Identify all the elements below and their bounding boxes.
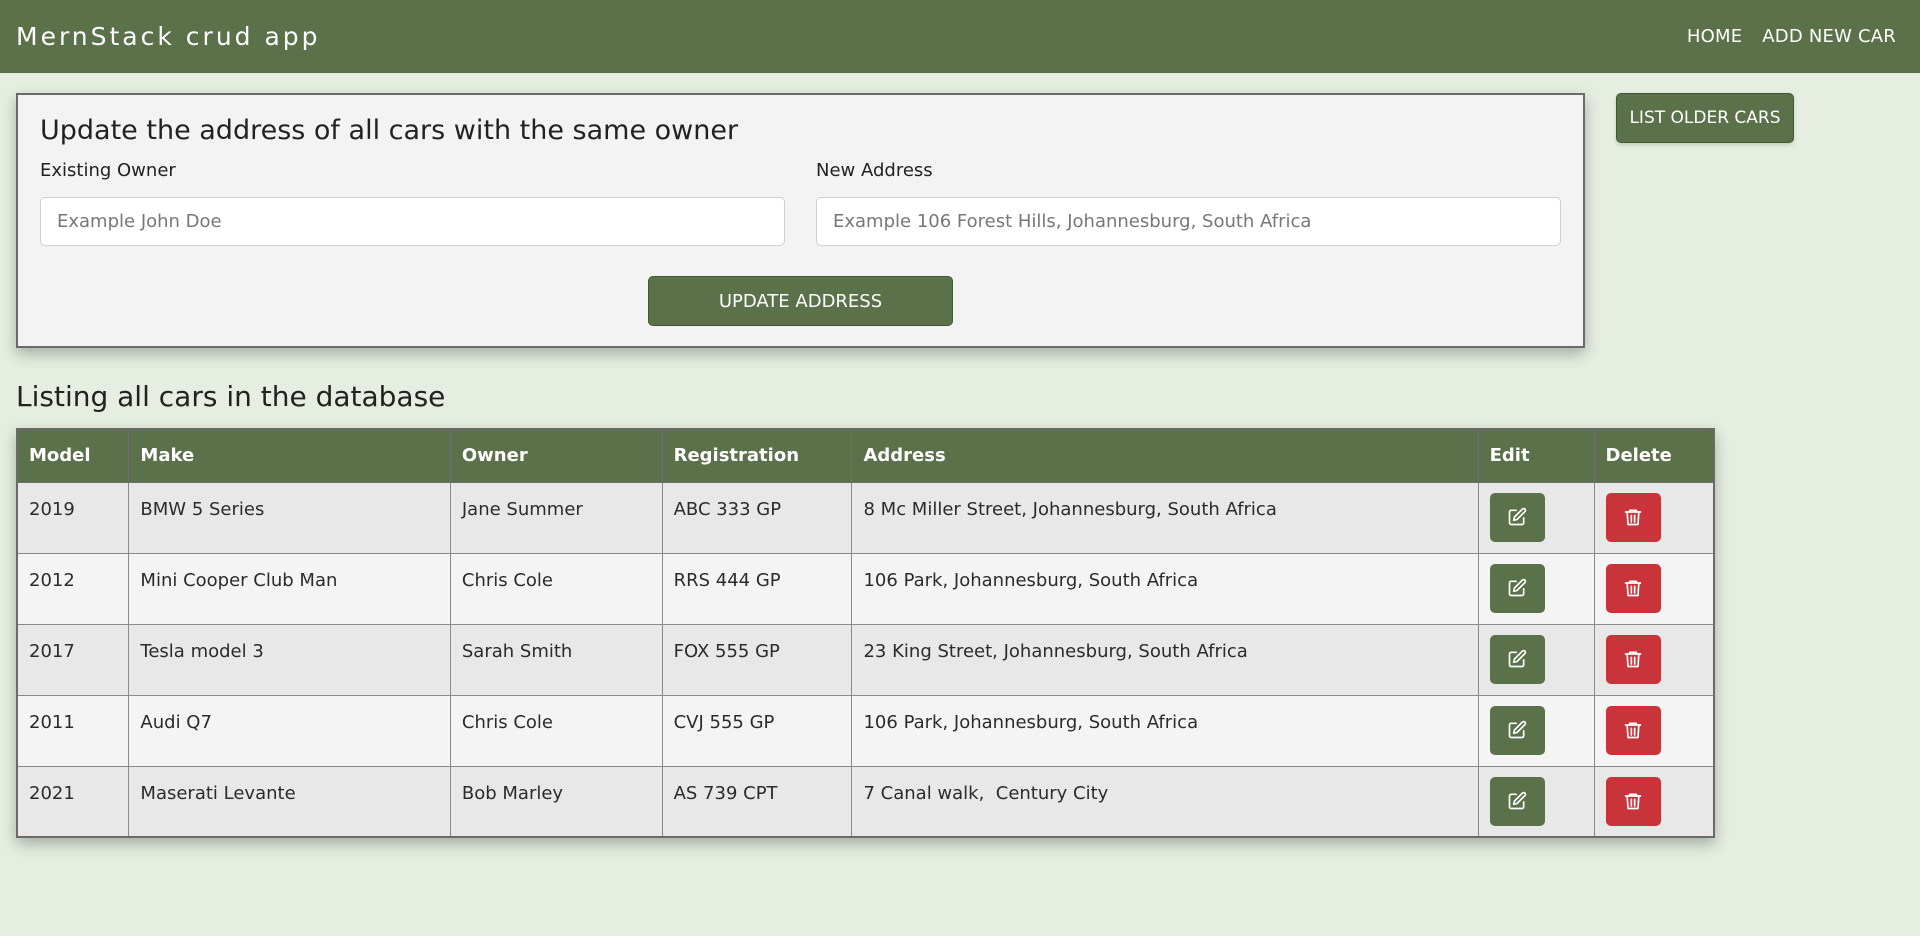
app-brand[interactable]: MernStack crud app: [16, 22, 321, 51]
trash-icon: [1624, 580, 1642, 597]
update-address-title: Update the address of all cars with the …: [40, 115, 739, 146]
table-row: 2011 Audi Q7 Chris Cole CVJ 555 GP 106 P…: [16, 694, 1715, 767]
cell-address: 106 Park, Johannesburg, South Africa: [851, 694, 1479, 767]
delete-button[interactable]: [1605, 563, 1661, 613]
trash-icon: [1624, 722, 1642, 739]
edit-icon: [1508, 578, 1527, 597]
trash-icon: [1624, 651, 1642, 668]
owner-label: Existing Owner: [40, 160, 176, 181]
table-row: 2012 Mini Cooper Club Man Chris Cole RRS…: [16, 552, 1715, 625]
cell-model: 2021: [16, 765, 130, 838]
cell-model: 2017: [16, 623, 130, 696]
cell-address: 7 Canal walk, Century City: [851, 765, 1479, 838]
cell-registration: AS 739 CPT: [661, 765, 853, 838]
cell-delete: [1593, 552, 1715, 625]
cell-model: 2011: [16, 694, 130, 767]
edit-button[interactable]: [1489, 563, 1545, 613]
cell-owner: Jane Summer: [449, 481, 663, 554]
cell-edit: [1477, 694, 1595, 767]
cell-address: 8 Mc Miller Street, Johannesburg, South …: [851, 481, 1479, 554]
nav-home-link[interactable]: HOME: [1687, 26, 1742, 47]
cell-delete: [1593, 765, 1715, 838]
cell-delete: [1593, 623, 1715, 696]
cell-model: 2012: [16, 552, 130, 625]
cell-owner: Chris Cole: [449, 694, 663, 767]
cell-make: Maserati Levante: [128, 765, 451, 838]
edit-icon: [1508, 720, 1527, 739]
edit-button[interactable]: [1489, 634, 1545, 684]
table-row: 2021 Maserati Levante Bob Marley AS 739 …: [16, 765, 1715, 838]
trash-icon: [1624, 793, 1642, 810]
cell-edit: [1477, 481, 1595, 554]
edit-button[interactable]: [1489, 492, 1545, 542]
cell-edit: [1477, 552, 1595, 625]
delete-button[interactable]: [1605, 492, 1661, 542]
top-navbar: MernStack crud app HOME ADD NEW CAR: [0, 0, 1920, 73]
owner-field-group: Existing Owner: [40, 160, 785, 246]
table-row: 2017 Tesla model 3 Sarah Smith FOX 555 G…: [16, 623, 1715, 696]
cell-owner: Sarah Smith: [449, 623, 663, 696]
existing-owner-input[interactable]: [40, 197, 785, 246]
cell-registration: RRS 444 GP: [661, 552, 853, 625]
update-address-button[interactable]: UPDATE ADDRESS: [648, 276, 953, 326]
cell-registration: ABC 333 GP: [661, 481, 853, 554]
table-header-row: Model Make Owner Registration Address Ed…: [16, 428, 1715, 483]
listing-heading: Listing all cars in the database: [16, 380, 446, 413]
edit-icon: [1508, 507, 1527, 526]
new-address-input[interactable]: [816, 197, 1561, 246]
nav-add-new-car-link[interactable]: ADD NEW CAR: [1762, 26, 1896, 47]
cell-owner: Bob Marley: [449, 765, 663, 838]
col-header-make: Make: [128, 428, 451, 483]
cars-table: Model Make Owner Registration Address Ed…: [16, 428, 1715, 838]
cell-make: Tesla model 3: [128, 623, 451, 696]
list-older-cars-button[interactable]: LIST OLDER CARS: [1616, 93, 1794, 143]
update-form-row: Existing Owner New Address: [40, 160, 1561, 246]
col-header-delete: Delete: [1593, 428, 1715, 483]
edit-button[interactable]: [1489, 776, 1545, 826]
cell-delete: [1593, 694, 1715, 767]
cell-owner: Chris Cole: [449, 552, 663, 625]
cell-edit: [1477, 765, 1595, 838]
table-row: 2019 BMW 5 Series Jane Summer ABC 333 GP…: [16, 481, 1715, 554]
col-header-address: Address: [851, 428, 1479, 483]
col-header-owner: Owner: [449, 428, 663, 483]
delete-button[interactable]: [1605, 776, 1661, 826]
address-field-group: New Address: [816, 160, 1561, 246]
cell-registration: FOX 555 GP: [661, 623, 853, 696]
edit-icon: [1508, 649, 1527, 668]
edit-icon: [1508, 791, 1527, 810]
delete-button[interactable]: [1605, 705, 1661, 755]
delete-button[interactable]: [1605, 634, 1661, 684]
cell-edit: [1477, 623, 1595, 696]
col-header-registration: Registration: [661, 428, 853, 483]
cell-delete: [1593, 481, 1715, 554]
cell-address: 106 Park, Johannesburg, South Africa: [851, 552, 1479, 625]
update-address-card: Update the address of all cars with the …: [16, 93, 1585, 348]
cell-make: Mini Cooper Club Man: [128, 552, 451, 625]
cell-registration: CVJ 555 GP: [661, 694, 853, 767]
cell-make: Audi Q7: [128, 694, 451, 767]
col-header-edit: Edit: [1477, 428, 1595, 483]
new-address-label: New Address: [816, 160, 933, 181]
nav-links: HOME ADD NEW CAR: [1687, 26, 1896, 47]
col-header-model: Model: [16, 428, 130, 483]
cell-model: 2019: [16, 481, 130, 554]
cell-make: BMW 5 Series: [128, 481, 451, 554]
cell-address: 23 King Street, Johannesburg, South Afri…: [851, 623, 1479, 696]
edit-button[interactable]: [1489, 705, 1545, 755]
trash-icon: [1624, 509, 1642, 526]
